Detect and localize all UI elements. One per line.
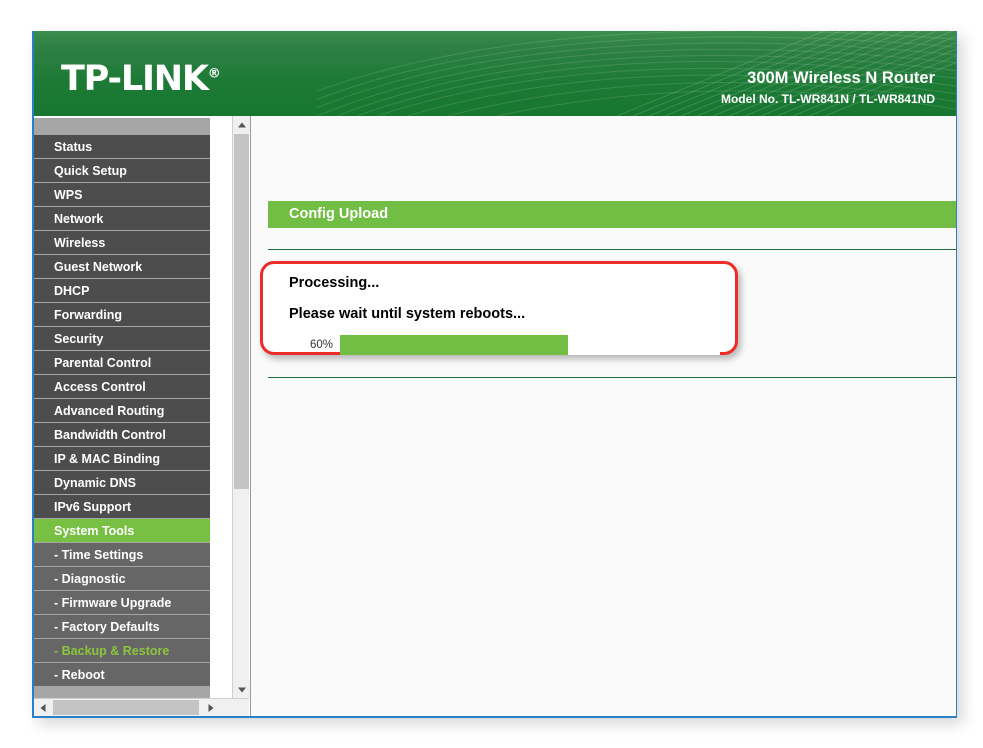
- sidebar-item-parental-control[interactable]: Parental Control: [34, 351, 210, 375]
- progress-bar: [340, 335, 720, 355]
- sidebar-item-firmware-upgrade[interactable]: - Firmware Upgrade: [34, 591, 210, 615]
- content-divider-top: [268, 249, 956, 250]
- sidebar-item-status[interactable]: Status: [34, 135, 210, 159]
- arrow-up-icon: [237, 122, 246, 127]
- scroll-down-button[interactable]: [233, 681, 250, 698]
- sidebar-menu: Status Quick Setup WPS Network Wireless Guest…: [34, 116, 210, 698]
- sidebar-vertical-scrollbar[interactable]: [232, 116, 250, 698]
- sidebar-item-ip-mac-binding[interactable]: IP & MAC Binding: [34, 447, 210, 471]
- sidebar-item-dhcp[interactable]: DHCP: [34, 279, 210, 303]
- vertical-scrollbar-thumb[interactable]: [234, 134, 249, 489]
- sidebar-top-spacer: [34, 118, 210, 135]
- sidebar-item-wireless[interactable]: Wireless: [34, 231, 210, 255]
- arrow-left-icon: [40, 703, 45, 712]
- sidebar-horizontal-scrollbar[interactable]: [34, 698, 249, 716]
- sidebar-item-time-settings[interactable]: - Time Settings: [34, 543, 210, 567]
- sidebar-item-forwarding[interactable]: Forwarding: [34, 303, 210, 327]
- sidebar-item-dynamic-dns[interactable]: Dynamic DNS: [34, 471, 210, 495]
- sidebar-item-wps[interactable]: WPS: [34, 183, 210, 207]
- page-header-banner: TP-LINK® 300M Wireless N Router Model No…: [34, 31, 956, 116]
- product-title: 300M Wireless N Router: [747, 69, 935, 87]
- sidebar-item-guest-network[interactable]: Guest Network: [34, 255, 210, 279]
- sidebar-item-security[interactable]: Security: [34, 327, 210, 351]
- sidebar-item-bandwidth-control[interactable]: Bandwidth Control: [34, 423, 210, 447]
- status-annotation-box: Processing... Please wait until system r…: [260, 261, 738, 355]
- progress-bar-fill: [340, 335, 568, 355]
- arrow-right-icon: [208, 703, 213, 712]
- tplink-logo: TP-LINK®: [61, 62, 221, 97]
- reboot-wait-text: Please wait until system reboots...: [289, 306, 526, 322]
- scroll-up-button[interactable]: [233, 116, 250, 133]
- scroll-right-button[interactable]: [202, 699, 219, 716]
- router-admin-window: TP-LINK® 300M Wireless N Router Model No…: [32, 31, 957, 718]
- main-content-panel: Config Upload Processing... Please wait …: [250, 116, 956, 716]
- sidebar-item-ipv6-support[interactable]: IPv6 Support: [34, 495, 210, 519]
- page-body: Status Quick Setup WPS Network Wireless Guest…: [34, 116, 956, 716]
- sidebar-item-advanced-routing[interactable]: Advanced Routing: [34, 399, 210, 423]
- sidebar-item-list: Status Quick Setup WPS Network Wireless Guest…: [34, 135, 210, 687]
- progress-percent-label: 60%: [309, 339, 333, 351]
- registered-trademark-icon: ®: [207, 66, 221, 82]
- arrow-down-icon: [237, 687, 246, 692]
- sidebar-item-reboot[interactable]: - Reboot: [34, 663, 210, 687]
- sidebar-item-factory-defaults[interactable]: - Factory Defaults: [34, 615, 210, 639]
- scroll-left-button[interactable]: [34, 699, 51, 716]
- sidebar-item-network[interactable]: Network: [34, 207, 210, 231]
- sidebar-item-system-tools[interactable]: System Tools: [34, 519, 210, 543]
- processing-status-text: Processing...: [289, 275, 380, 291]
- horizontal-scrollbar-thumb[interactable]: [53, 700, 199, 715]
- logo-wordmark: TP-LINK: [61, 59, 209, 99]
- sidebar-item-backup-restore[interactable]: - Backup & Restore: [34, 639, 210, 663]
- progress-row: 60%: [289, 335, 720, 355]
- sidebar-item-quick-setup[interactable]: Quick Setup: [34, 159, 210, 183]
- sidebar-content-divider: [210, 116, 232, 698]
- sidebar-item-access-control[interactable]: Access Control: [34, 375, 210, 399]
- content-divider-bottom: [268, 377, 956, 378]
- product-model-number: Model No. TL-WR841N / TL-WR841ND: [720, 92, 935, 107]
- page-title: Config Upload: [268, 201, 956, 228]
- sidebar-item-diagnostic[interactable]: - Diagnostic: [34, 567, 210, 591]
- product-info: 300M Wireless N Router Model No. TL-WR84…: [721, 67, 935, 107]
